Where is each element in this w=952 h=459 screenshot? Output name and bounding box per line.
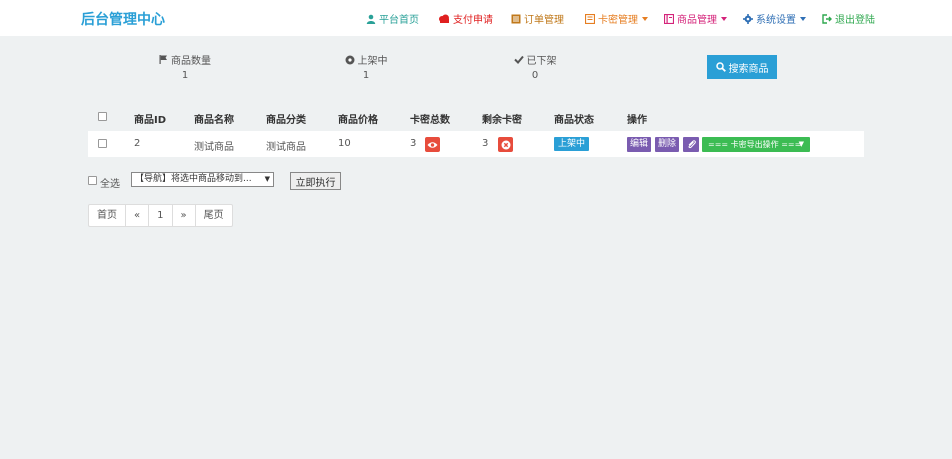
delete-button[interactable]: 删除: [655, 137, 680, 152]
page-first[interactable]: 首页: [89, 205, 126, 226]
logout-icon: [822, 13, 832, 24]
col-header-category: 商品分类: [266, 115, 306, 126]
nav-home-label: 平台首页: [379, 15, 419, 26]
stat-on-shelf: 上架中 1: [291, 52, 441, 81]
col-header-price: 商品价格: [338, 115, 378, 126]
export-cards-select[interactable]: === 卡密导出操作 === ▼: [702, 137, 810, 152]
stat-total-value: 1: [181, 70, 189, 81]
gear-icon: [743, 13, 753, 24]
nav-cards-label: 卡密管理: [598, 15, 638, 26]
stat-off-shelf: 已下架 0: [460, 52, 610, 81]
page-number[interactable]: 1: [149, 205, 173, 226]
nav-settings[interactable]: 系统设置: [743, 11, 806, 26]
chevron-down-icon: [642, 16, 648, 21]
col-header-status: 商品状态: [554, 115, 594, 126]
row-checkbox[interactable]: [98, 139, 107, 148]
cell-name: 测试商品: [194, 142, 234, 153]
book-icon: [664, 13, 674, 24]
nav-orders[interactable]: 订单管理: [511, 11, 564, 26]
nav-payment-label: 支付申请: [453, 15, 493, 26]
triangle-down-icon: ▼: [798, 140, 804, 148]
check-icon: [513, 55, 524, 64]
cell-card-total: 3: [410, 138, 417, 149]
col-header-card-left: 剩余卡密: [482, 115, 522, 126]
cell-id: 2: [134, 138, 141, 149]
col-header-name: 商品名称: [194, 115, 234, 126]
stat-off-shelf-value: 0: [531, 70, 539, 81]
nav-products[interactable]: 商品管理: [664, 11, 727, 26]
page-last[interactable]: 尾页: [196, 205, 232, 226]
table-header: 商品ID 商品名称 商品分类 商品价格 卡密总数 剩余卡密 商品状态 操作: [88, 104, 864, 130]
user-icon: [366, 14, 376, 24]
chevron-down-icon: [800, 16, 806, 21]
card-icon: [585, 13, 595, 24]
pagination: 首页 « 1 » 尾页: [88, 204, 233, 227]
nav-cards[interactable]: 卡密管理: [585, 11, 648, 26]
stats-panel: 商品数量 1 上架中 1 已下架 0 搜索商品: [88, 46, 864, 90]
nav-products-label: 商品管理: [677, 15, 717, 26]
search-products-button[interactable]: 搜索商品: [707, 55, 777, 79]
view-cards-button[interactable]: [425, 137, 440, 152]
export-cards-label: === 卡密导出操作 ===: [708, 140, 802, 149]
cell-price: 10: [338, 138, 351, 149]
eye-icon: [427, 141, 438, 148]
cell-card-left: 3: [482, 138, 489, 149]
search-icon: [715, 62, 726, 72]
clear-cards-button[interactable]: [498, 137, 513, 152]
nav-settings-label: 系统设置: [756, 15, 796, 26]
edit-button[interactable]: 编辑: [627, 137, 652, 152]
nav-orders-label: 订单管理: [524, 15, 564, 26]
move-category-select[interactable]: 【导航】将选中商品移动到... ▼: [131, 172, 274, 187]
select-all-label[interactable]: 全选: [100, 175, 120, 190]
page-prev[interactable]: «: [126, 205, 150, 226]
col-header-actions: 操作: [627, 115, 647, 126]
nav-payment[interactable]: 支付申请: [438, 11, 493, 26]
nav-logout-label: 退出登陆: [835, 15, 875, 26]
nav-home[interactable]: 平台首页: [366, 11, 419, 26]
flag-icon: [159, 55, 167, 64]
status-badge: 上架中: [554, 137, 590, 151]
page-next[interactable]: »: [173, 205, 196, 226]
select-all-checkbox[interactable]: [88, 176, 97, 185]
header-checkbox[interactable]: [98, 112, 107, 121]
stat-on-shelf-label: 上架中: [357, 56, 388, 67]
close-circle-icon: [501, 140, 510, 149]
cloud-icon: [439, 14, 449, 23]
cell-category: 测试商品: [266, 142, 306, 153]
search-products-label: 搜索商品: [728, 63, 769, 75]
stat-on-shelf-value: 1: [362, 70, 370, 81]
table-row: 2 测试商品 测试商品 10 3 3 上架中 编辑 删除 === 卡密导出操作 …: [88, 131, 864, 157]
top-navbar: 后台管理中心 平台首页 支付申请 订单管理 卡密管理 商品管理 系统设置 退出登…: [0, 0, 952, 36]
paperclip-icon: [688, 140, 696, 149]
brand-title[interactable]: 后台管理中心: [81, 9, 165, 29]
stat-total: 商品数量 1: [110, 52, 260, 81]
col-header-id: 商品ID: [134, 115, 167, 126]
col-header-card-total: 卡密总数: [410, 115, 450, 126]
execute-button[interactable]: 立即执行: [290, 172, 341, 190]
move-category-value: 【导航】将选中商品移动到...: [135, 174, 252, 184]
link-button[interactable]: [683, 137, 699, 152]
list-box-icon: [511, 14, 521, 23]
chevron-down-icon: [721, 16, 727, 21]
stat-off-shelf-label: 已下架: [526, 56, 557, 67]
triangle-down-icon: ▼: [264, 175, 270, 183]
play-circle-icon: [345, 55, 354, 64]
stat-total-label: 商品数量: [171, 56, 211, 67]
nav-logout[interactable]: 退出登陆: [822, 11, 875, 26]
